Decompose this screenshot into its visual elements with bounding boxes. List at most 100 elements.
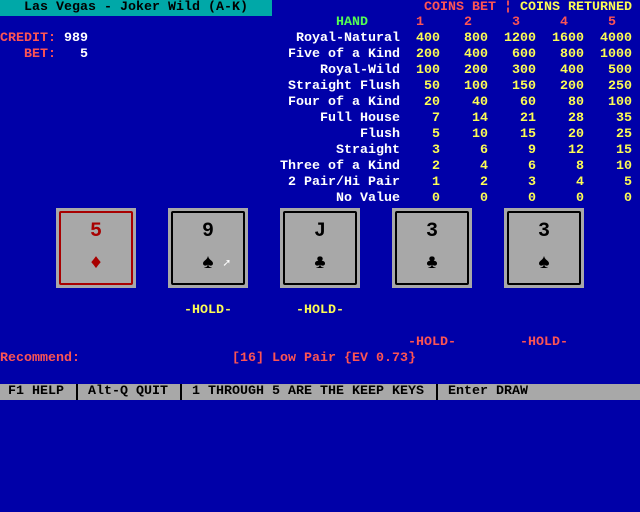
coins-column-1: 1	[416, 15, 424, 30]
paytable-payout: 5	[432, 127, 440, 142]
coins-bet-header: COINS BET	[424, 0, 496, 15]
paytable-payout: 0	[576, 191, 584, 206]
card-1[interactable]: 5 ♦	[56, 208, 136, 288]
paytable-payout: 6	[480, 143, 488, 158]
suit-icon: ♣	[425, 252, 438, 275]
paytable-payout: 8	[576, 159, 584, 174]
paytable-payout: 4000	[600, 31, 632, 46]
paytable-payout: 35	[616, 111, 632, 126]
paytable-hand-name: Straight	[336, 143, 400, 158]
paytable-payout: 12	[568, 143, 584, 158]
help-key[interactable]: F1 HELP	[8, 384, 64, 400]
paytable-payout: 50	[424, 79, 440, 94]
paytable-payout: 0	[624, 191, 632, 206]
paytable-payout: 14	[472, 111, 488, 126]
paytable-payout: 10	[616, 159, 632, 174]
card-5[interactable]: 3 ♠	[504, 208, 584, 288]
paytable-payout: 28	[568, 111, 584, 126]
bet-label: BET:	[24, 47, 56, 62]
paytable-payout: 0	[528, 191, 536, 206]
paytable-payout: 1600	[552, 31, 584, 46]
paytable-payout: 40	[472, 95, 488, 110]
paytable-payout: 400	[464, 47, 488, 62]
paytable-payout: 2	[432, 159, 440, 174]
paytable-payout: 20	[568, 127, 584, 142]
hold-indicator-3: -HOLD-	[296, 303, 344, 318]
card-rank: 5	[89, 220, 102, 243]
suit-icon: ♠	[201, 252, 214, 275]
coins-column-3: 3	[512, 15, 520, 30]
header-divider: ¦	[504, 0, 512, 15]
draw-key[interactable]: Enter DRAW	[448, 384, 528, 400]
paytable-hand-name: Full House	[320, 111, 400, 126]
paytable-hand-name: Straight Flush	[288, 79, 400, 94]
paytable-payout: 3	[432, 143, 440, 158]
paytable-payout: 6	[528, 159, 536, 174]
window-title: Las Vegas - Joker Wild (A-K)	[0, 0, 272, 16]
coins-column-5: 5	[608, 15, 616, 30]
card-rank: 9	[201, 220, 214, 243]
paytable-payout: 2	[480, 175, 488, 190]
paytable-payout: 0	[432, 191, 440, 206]
paytable-payout: 15	[616, 143, 632, 158]
hand-header: HAND	[336, 15, 368, 30]
paytable-payout: 21	[520, 111, 536, 126]
paytable-payout: 60	[520, 95, 536, 110]
paytable-hand-name: Royal-Wild	[320, 63, 400, 78]
status-bar: F1 HELP Alt-Q QUIT 1 THROUGH 5 ARE THE K…	[0, 384, 640, 400]
keep-keys-hint: 1 THROUGH 5 ARE THE KEEP KEYS	[192, 384, 424, 399]
paytable-payout: 400	[560, 63, 584, 78]
paytable-payout: 20	[424, 95, 440, 110]
paytable-payout: 200	[464, 63, 488, 78]
paytable-payout: 300	[512, 63, 536, 78]
paytable-payout: 400	[416, 31, 440, 46]
paytable-payout: 3	[528, 175, 536, 190]
coins-returned-header: COINS RETURNED	[520, 0, 632, 15]
paytable-payout: 0	[480, 191, 488, 206]
paytable-payout: 1	[432, 175, 440, 190]
quit-key[interactable]: Alt-Q QUIT	[88, 384, 168, 400]
paytable-payout: 80	[568, 95, 584, 110]
paytable-payout: 800	[560, 47, 584, 62]
paytable-payout: 150	[512, 79, 536, 94]
card-rank: 3	[537, 220, 550, 243]
paytable-payout: 200	[416, 47, 440, 62]
paytable-payout: 4	[480, 159, 488, 174]
recommend-text: [16] Low Pair {EV 0.73}	[232, 351, 416, 366]
paytable-hand-name: No Value	[336, 191, 400, 206]
paytable-hand-name: Three of a Kind	[280, 159, 400, 174]
paytable-hand-name: Five of a Kind	[288, 47, 400, 62]
paytable-payout: 5	[624, 175, 632, 190]
paytable-payout: 600	[512, 47, 536, 62]
card-rank: J	[313, 220, 326, 243]
credit-value: 989	[64, 31, 88, 46]
paytable-payout: 25	[616, 127, 632, 142]
suit-icon: ♦	[89, 252, 102, 275]
paytable-payout: 250	[608, 79, 632, 94]
separator	[76, 384, 78, 400]
paytable-hand-name: Royal-Natural	[296, 31, 400, 46]
hold-indicator-2: -HOLD-	[184, 303, 232, 318]
hold-indicator-4: -HOLD-	[408, 335, 456, 350]
paytable-payout: 10	[472, 127, 488, 142]
card-2[interactable]: 9 ♠	[168, 208, 248, 288]
paytable-payout: 200	[560, 79, 584, 94]
paytable-payout: 1200	[504, 31, 536, 46]
bet-value: 5	[80, 47, 88, 62]
paytable-payout: 7	[432, 111, 440, 126]
card-4[interactable]: 3 ♣	[392, 208, 472, 288]
recommend-label: Recommend:	[0, 351, 80, 366]
paytable-payout: 9	[528, 143, 536, 158]
suit-icon: ♣	[313, 252, 326, 275]
paytable-hand-name: Four of a Kind	[288, 95, 400, 110]
mouse-cursor-icon: ➚	[223, 257, 231, 271]
paytable-payout: 100	[608, 95, 632, 110]
coins-column-2: 2	[464, 15, 472, 30]
paytable-payout: 4	[576, 175, 584, 190]
card-rank: 3	[425, 220, 438, 243]
paytable-payout: 500	[608, 63, 632, 78]
credit-label: CREDIT:	[0, 31, 56, 46]
card-3[interactable]: J ♣	[280, 208, 360, 288]
suit-icon: ♠	[537, 252, 550, 275]
paytable-payout: 1000	[600, 47, 632, 62]
